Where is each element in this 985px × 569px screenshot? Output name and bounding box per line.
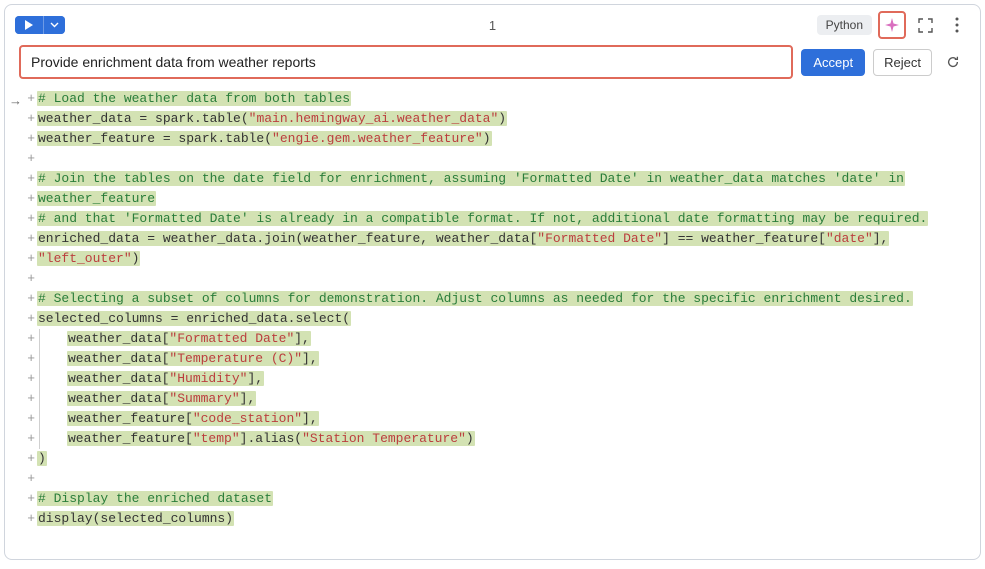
code-line: weather_data = spark.table("main.hemingw… bbox=[35, 109, 966, 129]
sparkle-icon bbox=[884, 17, 900, 33]
diff-plus-marker: + bbox=[23, 149, 35, 169]
code-line: weather_feature = spark.table("engie.gem… bbox=[35, 129, 966, 149]
diff-plus-marker: + bbox=[23, 389, 35, 409]
diff-plus-marker: + bbox=[23, 229, 35, 249]
diff-plus-marker: + bbox=[23, 329, 35, 349]
diff-plus-marker: + bbox=[23, 129, 35, 149]
code-line: display(selected_columns) bbox=[35, 509, 966, 529]
ai-assist-button[interactable] bbox=[878, 11, 906, 39]
diff-plus-marker: + bbox=[23, 349, 35, 369]
expand-button[interactable] bbox=[912, 12, 938, 38]
language-badge[interactable]: Python bbox=[817, 15, 872, 35]
regenerate-button[interactable] bbox=[940, 49, 966, 75]
diff-plus-marker: + bbox=[23, 409, 35, 429]
diff-plus-marker: + bbox=[23, 189, 35, 209]
arrow-right-icon: → bbox=[9, 93, 22, 108]
run-button-group bbox=[15, 16, 65, 34]
more-button[interactable] bbox=[944, 12, 970, 38]
code-line: weather_data["Humidity"], bbox=[35, 369, 966, 389]
code-line: weather_feature["temp"].alias("Station T… bbox=[35, 429, 966, 449]
code-line: selected_columns = enriched_data.select( bbox=[35, 309, 966, 329]
code-line: # Display the enriched dataset bbox=[35, 489, 966, 509]
run-button[interactable] bbox=[15, 16, 43, 34]
code-line: # Selecting a subset of columns for demo… bbox=[35, 289, 966, 309]
diff-plus-marker: + bbox=[23, 269, 35, 289]
more-vertical-icon bbox=[955, 17, 959, 33]
diff-plus-marker: + bbox=[23, 509, 35, 529]
code-line bbox=[35, 149, 966, 169]
code-area[interactable]: → ++++++++++++++++++++++ # Load the weat… bbox=[5, 89, 980, 559]
reject-button[interactable]: Reject bbox=[873, 49, 932, 76]
run-dropdown-button[interactable] bbox=[43, 16, 65, 34]
notebook-cell: 1 Python Accept Reject bbox=[4, 4, 981, 560]
diff-plus-marker: + bbox=[23, 469, 35, 489]
play-icon bbox=[24, 20, 34, 30]
code-line: # Load the weather data from both tables bbox=[35, 89, 966, 109]
code-editor[interactable]: # Load the weather data from both tables… bbox=[35, 89, 966, 549]
expand-icon bbox=[918, 18, 933, 33]
ai-prompt-input[interactable] bbox=[19, 45, 793, 79]
diff-plus-marker: + bbox=[23, 489, 35, 509]
code-line: weather_data["Summary"], bbox=[35, 389, 966, 409]
diff-plus-marker: + bbox=[23, 89, 35, 109]
diff-plus-marker: + bbox=[23, 289, 35, 309]
diff-plus-marker: + bbox=[23, 169, 35, 189]
diff-plus-marker: + bbox=[23, 309, 35, 329]
code-line bbox=[35, 469, 966, 489]
code-line: weather_feature bbox=[35, 189, 966, 209]
chevron-down-icon bbox=[50, 22, 59, 28]
ai-prompt-row: Accept Reject bbox=[5, 45, 980, 89]
code-line: # and that 'Formatted Date' is already i… bbox=[35, 209, 966, 229]
code-line: "left_outer") bbox=[35, 249, 966, 269]
diff-gutter: ++++++++++++++++++++++ bbox=[23, 89, 35, 549]
diff-plus-marker: + bbox=[23, 369, 35, 389]
code-line: # Join the tables on the date field for … bbox=[35, 169, 966, 189]
arrow-column: → bbox=[5, 89, 23, 549]
code-line: enriched_data = weather_data.join(weathe… bbox=[35, 229, 966, 249]
code-line: weather_data["Temperature (C)"], bbox=[35, 349, 966, 369]
cell-index: 1 bbox=[489, 18, 496, 33]
code-line bbox=[35, 269, 966, 289]
diff-plus-marker: + bbox=[23, 249, 35, 269]
cell-toolbar: 1 Python bbox=[5, 5, 980, 45]
diff-plus-marker: + bbox=[23, 209, 35, 229]
accept-button[interactable]: Accept bbox=[801, 49, 865, 76]
refresh-icon bbox=[946, 54, 960, 70]
diff-plus-marker: + bbox=[23, 449, 35, 469]
code-line: weather_data["Formatted Date"], bbox=[35, 329, 966, 349]
diff-plus-marker: + bbox=[23, 109, 35, 129]
code-line: weather_feature["code_station"], bbox=[35, 409, 966, 429]
diff-plus-marker: + bbox=[23, 429, 35, 449]
code-line: ) bbox=[35, 449, 966, 469]
